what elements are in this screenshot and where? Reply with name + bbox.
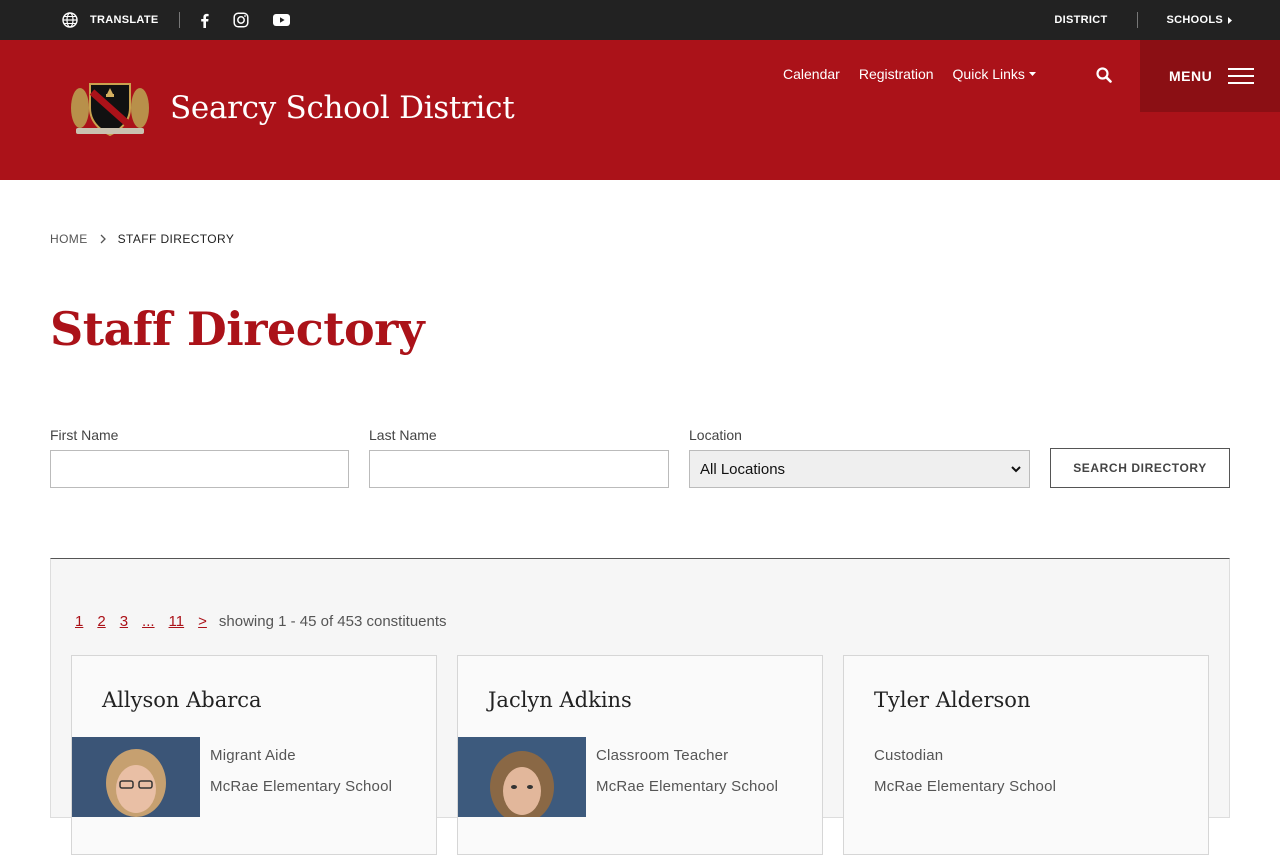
staff-card: Jaclyn Adkins Classroom Teacher McRae El… xyxy=(457,655,823,855)
site-title[interactable]: Searcy School District xyxy=(170,90,515,126)
translate-button[interactable]: TRANSLATE xyxy=(62,12,159,28)
staff-photo xyxy=(72,737,200,817)
nav-quick-links[interactable]: Quick Links xyxy=(953,66,1036,82)
utility-bar-left: TRANSLATE xyxy=(62,0,290,40)
divider xyxy=(178,12,180,28)
breadcrumb-home[interactable]: HOME xyxy=(50,232,88,246)
staff-title: Classroom Teacher xyxy=(596,747,729,764)
staff-meta: Custodian McRae Elementary School xyxy=(874,740,1056,802)
location-select[interactable]: All Locations xyxy=(689,450,1030,488)
translate-label: TRANSLATE xyxy=(90,14,159,26)
schools-dropdown[interactable]: SCHOOLS xyxy=(1166,14,1232,26)
caret-down-icon xyxy=(1028,72,1036,76)
site-header: Searcy School District Calendar Registra… xyxy=(0,40,1280,180)
staff-meta: Classroom Teacher McRae Elementary Schoo… xyxy=(596,740,778,802)
menu-label: MENU xyxy=(1169,68,1213,84)
staff-school: McRae Elementary School xyxy=(210,778,393,795)
staff-school: McRae Elementary School xyxy=(596,778,779,795)
staff-name[interactable]: Tyler Alderson xyxy=(874,688,1030,712)
staff-title: Migrant Aide xyxy=(210,747,296,764)
header-nav: Calendar Registration Quick Links xyxy=(783,66,1036,82)
staff-name[interactable]: Jaclyn Adkins xyxy=(488,688,632,712)
staff-card: Allyson Abarca Migrant Aide McRae Elemen… xyxy=(71,655,437,855)
first-name-input[interactable] xyxy=(50,450,349,488)
youtube-icon[interactable] xyxy=(272,14,290,26)
quick-links-label: Quick Links xyxy=(952,66,1025,82)
social-links xyxy=(200,12,290,28)
nav-registration[interactable]: Registration xyxy=(859,66,934,82)
search-directory-button[interactable]: SEARCH DIRECTORY xyxy=(1050,448,1230,488)
staff-photo xyxy=(458,737,586,817)
page-link[interactable]: 1 xyxy=(75,613,83,630)
divider xyxy=(1136,12,1138,28)
schools-label: SCHOOLS xyxy=(1166,14,1223,26)
district-link[interactable]: DISTRICT xyxy=(1054,14,1107,26)
menu-button[interactable]: MENU xyxy=(1140,40,1280,112)
first-name-label: First Name xyxy=(50,427,119,443)
facebook-icon[interactable] xyxy=(200,13,209,28)
staff-name[interactable]: Allyson Abarca xyxy=(102,688,262,712)
breadcrumb: HOME STAFF DIRECTORY xyxy=(50,232,234,246)
caret-right-icon xyxy=(1228,16,1232,24)
chevron-right-icon xyxy=(100,234,106,244)
pagination: 1 2 3 ... 11 > showing 1 - 45 of 453 con… xyxy=(75,613,447,630)
instagram-icon[interactable] xyxy=(232,12,249,28)
page-link[interactable]: 11 xyxy=(169,613,185,630)
globe-icon xyxy=(62,12,78,28)
staff-title: Custodian xyxy=(874,747,944,764)
search-icon[interactable] xyxy=(1096,67,1112,88)
page-link[interactable]: 3 xyxy=(120,613,128,630)
staff-card: Tyler Alderson Custodian McRae Elementar… xyxy=(843,655,1209,855)
breadcrumb-current: STAFF DIRECTORY xyxy=(117,232,235,246)
utility-bar: TRANSLATE DISTRICT SCHOOLS xyxy=(0,0,1280,40)
last-name-label: Last Name xyxy=(369,427,437,443)
page-ellipsis[interactable]: ... xyxy=(142,613,155,630)
last-name-input[interactable] xyxy=(369,450,669,488)
utility-bar-right: DISTRICT SCHOOLS xyxy=(1054,0,1232,40)
results-count: showing 1 - 45 of 453 constituents xyxy=(218,613,447,630)
district-crest-logo[interactable] xyxy=(68,78,152,138)
chevron-down-icon xyxy=(1011,465,1021,472)
nav-calendar[interactable]: Calendar xyxy=(783,66,840,82)
location-selected-value: All Locations xyxy=(700,460,786,478)
hamburger-icon xyxy=(1228,68,1255,84)
staff-meta: Migrant Aide McRae Elementary School xyxy=(210,740,392,802)
page-title: Staff Directory xyxy=(50,302,425,356)
next-page-link[interactable]: > xyxy=(198,613,207,630)
page-link[interactable]: 2 xyxy=(97,613,105,630)
location-label: Location xyxy=(689,427,742,443)
staff-school: McRae Elementary School xyxy=(874,778,1057,795)
results-panel: 1 2 3 ... 11 > showing 1 - 45 of 453 con… xyxy=(50,558,1230,855)
